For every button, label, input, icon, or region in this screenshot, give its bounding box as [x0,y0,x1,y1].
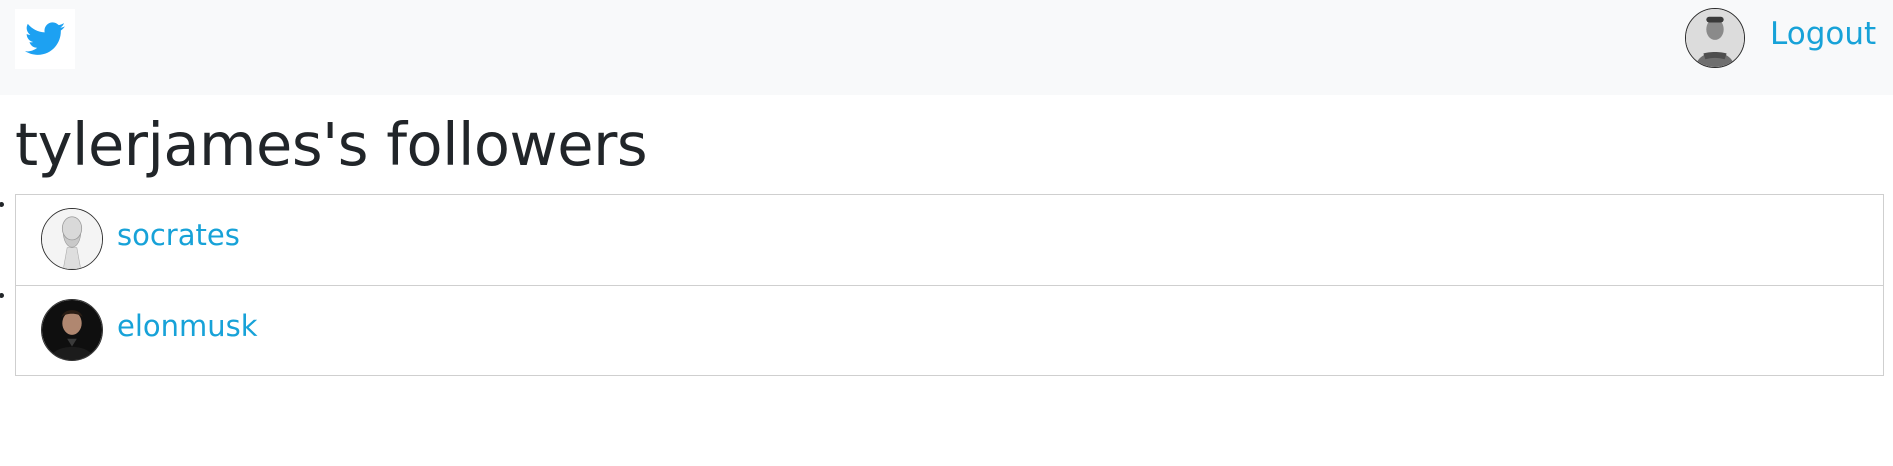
user-avatar-photo [1686,9,1744,67]
home-logo-link[interactable] [15,9,75,69]
elonmusk-photo-avatar [42,300,102,360]
page-title: tylerjames's followers [15,110,648,179]
follower-username-link[interactable]: socrates [117,215,240,255]
list-item: elonmusk [16,285,1883,375]
socrates-bust-avatar [42,209,102,269]
list-item: socrates [16,195,1883,285]
follower-avatar[interactable] [41,299,103,361]
follower-avatar[interactable] [41,208,103,270]
followers-list: socrates elonmusk [15,194,1884,376]
current-user-avatar[interactable] [1685,8,1745,68]
logout-link[interactable]: Logout [1770,14,1876,54]
navbar: Logout [0,0,1893,95]
follower-username-link[interactable]: elonmusk [117,306,258,346]
twitter-bird-icon [25,22,65,55]
